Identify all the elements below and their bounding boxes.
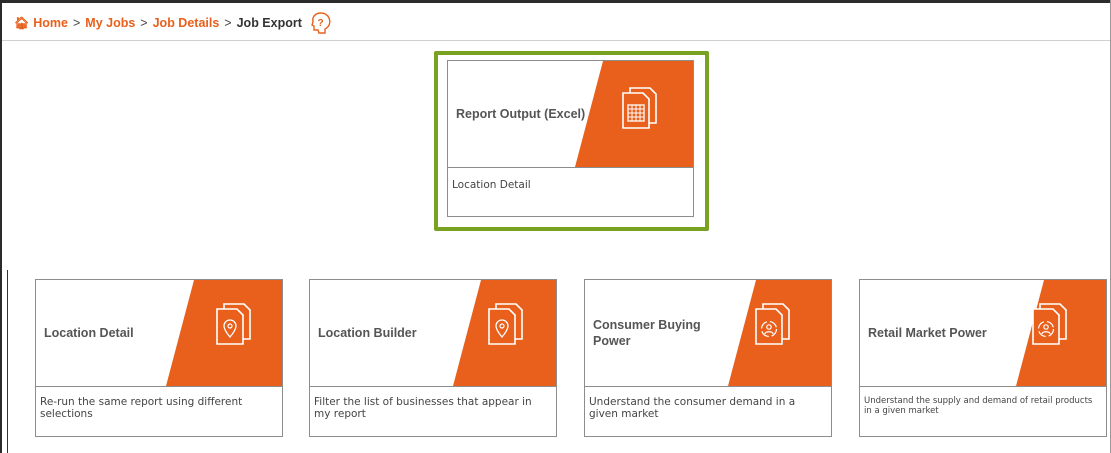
svg-text:?: ? <box>317 18 323 29</box>
location-document-icon <box>214 301 252 352</box>
card-header: Report Output (Excel) <box>448 61 693 168</box>
breadcrumb-separator: > <box>224 16 232 30</box>
retail-market-power-card[interactable]: Retail Market Power Understand the suppl… <box>859 279 1107 437</box>
card-description: Understand the supply and demand of reta… <box>864 396 1093 416</box>
consumer-buying-power-card[interactable]: Consumer Buying Power Understand the con… <box>584 279 832 437</box>
report-output-excel-card[interactable]: Report Output (Excel) Location Detail <box>447 60 694 217</box>
breadcrumb-current: Job Export <box>236 16 302 30</box>
retail-document-icon <box>1030 301 1068 352</box>
home-icon[interactable]: 🏠︎ <box>14 16 29 30</box>
consumer-document-icon <box>753 301 791 352</box>
breadcrumb-separator: > <box>140 16 148 30</box>
location-document-icon <box>486 301 524 352</box>
card-title: Location Builder <box>318 326 417 340</box>
breadcrumb-job-details[interactable]: Job Details <box>153 16 220 30</box>
window-left-border <box>0 0 2 453</box>
card-header: Location Detail <box>36 280 282 387</box>
section-left-rule <box>7 270 8 453</box>
breadcrumb-my-jobs[interactable]: My Jobs <box>85 16 135 30</box>
card-title: Retail Market Power <box>868 326 987 340</box>
card-title: Location Detail <box>44 326 134 340</box>
location-detail-card[interactable]: Location Detail Re-run the same report u… <box>35 279 283 437</box>
card-description: Location Detail <box>452 179 531 191</box>
card-title: Consumer Buying Power <box>593 318 701 348</box>
header-divider <box>2 40 1110 41</box>
help-head-icon[interactable]: ? <box>310 11 332 35</box>
window-top-border <box>0 0 1111 3</box>
breadcrumb-home[interactable]: Home <box>33 16 68 30</box>
card-description: Understand the consumer demand in a give… <box>589 396 796 420</box>
location-builder-card[interactable]: Location Builder Filter the list of busi… <box>309 279 557 437</box>
breadcrumb: 🏠︎ Home > My Jobs > Job Details > Job Ex… <box>14 12 332 34</box>
spreadsheet-document-icon <box>620 85 658 136</box>
card-description: Filter the list of businesses that appea… <box>314 396 532 420</box>
card-description: Re-run the same report using different s… <box>40 396 243 420</box>
breadcrumb-separator: > <box>72 16 81 30</box>
card-header: Location Builder <box>310 280 556 387</box>
card-header: Consumer Buying Power <box>585 280 831 387</box>
card-header: Retail Market Power <box>860 280 1106 387</box>
